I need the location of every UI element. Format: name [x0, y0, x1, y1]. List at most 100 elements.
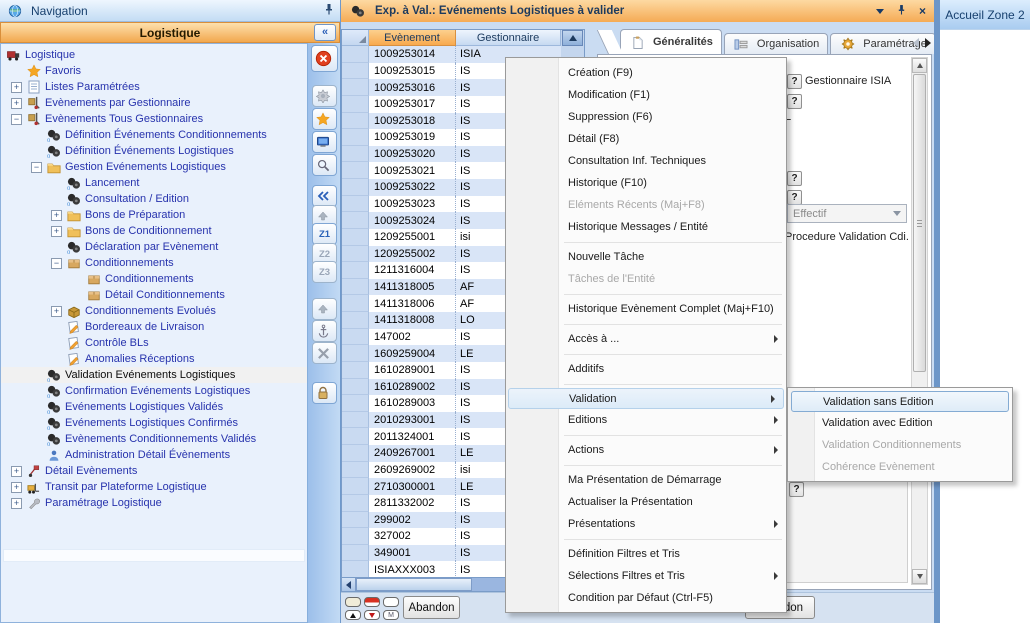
menu-item[interactable]: Suppression (F6) — [506, 106, 786, 128]
row-selector[interactable] — [342, 445, 369, 462]
record-nav-up-button[interactable] — [345, 610, 361, 620]
collapse-icon[interactable]: − — [31, 162, 42, 173]
row-selector[interactable] — [342, 179, 369, 196]
expand-icon[interactable]: + — [11, 466, 22, 477]
row-selector[interactable] — [342, 295, 369, 312]
tab-généralités[interactable]: Généralités — [620, 29, 722, 54]
menu-item[interactable]: Validation avec Edition — [788, 412, 1012, 434]
tree-item[interactable]: gDéclaration par Evènement — [1, 239, 307, 255]
column-header-evenement[interactable]: Evènement — [369, 30, 456, 46]
help-button[interactable]: ? — [787, 74, 802, 89]
menu-item[interactable]: Accès à ... — [506, 328, 786, 350]
tree-item[interactable]: +Listes Paramétrées — [1, 79, 307, 95]
tree-item[interactable]: Bordereaux de Livraison — [1, 319, 307, 335]
help-button[interactable]: ? — [787, 190, 802, 205]
row-selector[interactable] — [342, 412, 369, 429]
row-selector[interactable] — [342, 329, 369, 346]
tree-item[interactable]: −Conditionnements — [1, 255, 307, 271]
tree-item[interactable]: +Détail Evènements — [1, 463, 307, 479]
vscroll-thumb[interactable] — [913, 74, 926, 372]
menu-item[interactable]: Consultation Inf. Techniques — [506, 150, 786, 172]
record-nav-button-2[interactable] — [364, 597, 380, 607]
tree-item[interactable]: +Evènements par Gestionnaire — [1, 95, 307, 111]
tree-item[interactable]: Logistique — [1, 47, 307, 63]
row-selector[interactable] — [342, 312, 369, 329]
collapse-panel-button[interactable]: « — [314, 24, 336, 41]
scroll-left-button[interactable] — [342, 578, 356, 591]
expand-icon[interactable]: + — [11, 98, 22, 109]
expand-icon[interactable]: + — [51, 306, 62, 317]
row-selector[interactable] — [342, 478, 369, 495]
pin-icon[interactable] — [324, 3, 334, 19]
menu-item[interactable]: Editions — [506, 409, 786, 431]
menu-item[interactable]: Validation sans Edition — [791, 391, 1009, 412]
collapse-icon[interactable]: − — [51, 258, 62, 269]
hscroll-thumb[interactable] — [356, 578, 472, 591]
row-selector[interactable] — [342, 246, 369, 263]
tree-hscrollbar[interactable] — [3, 549, 305, 562]
menu-item[interactable]: Condition par Défaut (Ctrl-F5) — [506, 587, 786, 609]
tree-item[interactable]: Administration Détail Évènements — [1, 447, 307, 463]
tree-item[interactable]: gLancement — [1, 175, 307, 191]
menu-item[interactable]: Historique (F10) — [506, 172, 786, 194]
tree-item[interactable]: gConsultation / Edition — [1, 191, 307, 207]
row-selector[interactable] — [342, 462, 369, 479]
tree-item[interactable]: +Conditionnements Evolués — [1, 303, 307, 319]
collapse-icon[interactable]: − — [11, 114, 22, 125]
tree-item[interactable]: Anomalies Réceptions — [1, 351, 307, 367]
panel-vscrollbar[interactable] — [911, 57, 928, 585]
menu-item[interactable]: Création (F9) — [506, 62, 786, 84]
row-selector[interactable] — [342, 528, 369, 545]
expand-icon[interactable]: + — [11, 482, 22, 493]
expand-icon[interactable]: + — [51, 226, 62, 237]
row-selector[interactable] — [342, 262, 369, 279]
row-selector[interactable] — [342, 561, 369, 578]
row-selector[interactable] — [342, 46, 369, 63]
row-selector[interactable] — [342, 428, 369, 445]
tree-item[interactable]: −Gestion Evénements Logistiques — [1, 159, 307, 175]
row-selector[interactable] — [342, 229, 369, 246]
tab-scroll-right-icon[interactable] — [925, 38, 931, 48]
row-selector[interactable] — [342, 113, 369, 130]
pin-icon[interactable] — [897, 4, 906, 19]
row-selector[interactable] — [342, 512, 369, 529]
tree-item[interactable]: +Bons de Préparation — [1, 207, 307, 223]
help-button[interactable]: ? — [787, 171, 802, 186]
help-button[interactable]: ? — [789, 482, 804, 497]
select-all-header[interactable] — [342, 30, 369, 46]
help-button[interactable]: ? — [787, 94, 802, 109]
menu-item[interactable]: Additifs — [506, 358, 786, 380]
row-selector[interactable] — [342, 63, 369, 80]
row-selector[interactable] — [342, 279, 369, 296]
record-nav-m-button[interactable]: M — [383, 610, 399, 620]
expand-icon[interactable]: + — [51, 210, 62, 221]
record-nav-button-3[interactable] — [383, 597, 399, 607]
record-nav-down-button[interactable] — [364, 610, 380, 620]
menu-item[interactable]: Définition Filtres et Tris — [506, 543, 786, 565]
collapse-button[interactable] — [312, 185, 337, 207]
zone-1-button[interactable]: Z1 — [312, 223, 337, 245]
scroll-up-button[interactable] — [562, 30, 583, 46]
lock-button[interactable] — [312, 382, 337, 404]
tree-item[interactable]: Contrôle BLs — [1, 335, 307, 351]
favorites-button[interactable] — [312, 108, 337, 130]
row-selector[interactable] — [342, 129, 369, 146]
scroll-down-button[interactable] — [912, 569, 927, 584]
row-selector[interactable] — [342, 196, 369, 213]
expand-icon[interactable]: + — [11, 82, 22, 93]
tree-item[interactable]: +Paramétrage Logistique — [1, 495, 307, 511]
tree-item[interactable]: gDéfinition Événements Conditionnements — [1, 127, 307, 143]
menu-item[interactable]: Détail (F8) — [506, 128, 786, 150]
column-header-gestionnaire[interactable]: Gestionnaire — [456, 30, 561, 46]
row-selector[interactable] — [342, 96, 369, 113]
tree-item[interactable]: gValidation Evénements Logistiques — [1, 367, 307, 383]
row-selector[interactable] — [342, 362, 369, 379]
row-selector[interactable] — [342, 345, 369, 362]
window-menu-icon[interactable] — [876, 9, 884, 14]
tab-organisation[interactable]: Organisation — [724, 33, 828, 54]
tree-item[interactable]: −Evènements Tous Gestionnaires — [1, 111, 307, 127]
row-selector[interactable] — [342, 162, 369, 179]
search-button[interactable] — [312, 154, 337, 176]
close-icon[interactable]: × — [919, 5, 926, 17]
menu-item[interactable]: Modification (F1) — [506, 84, 786, 106]
